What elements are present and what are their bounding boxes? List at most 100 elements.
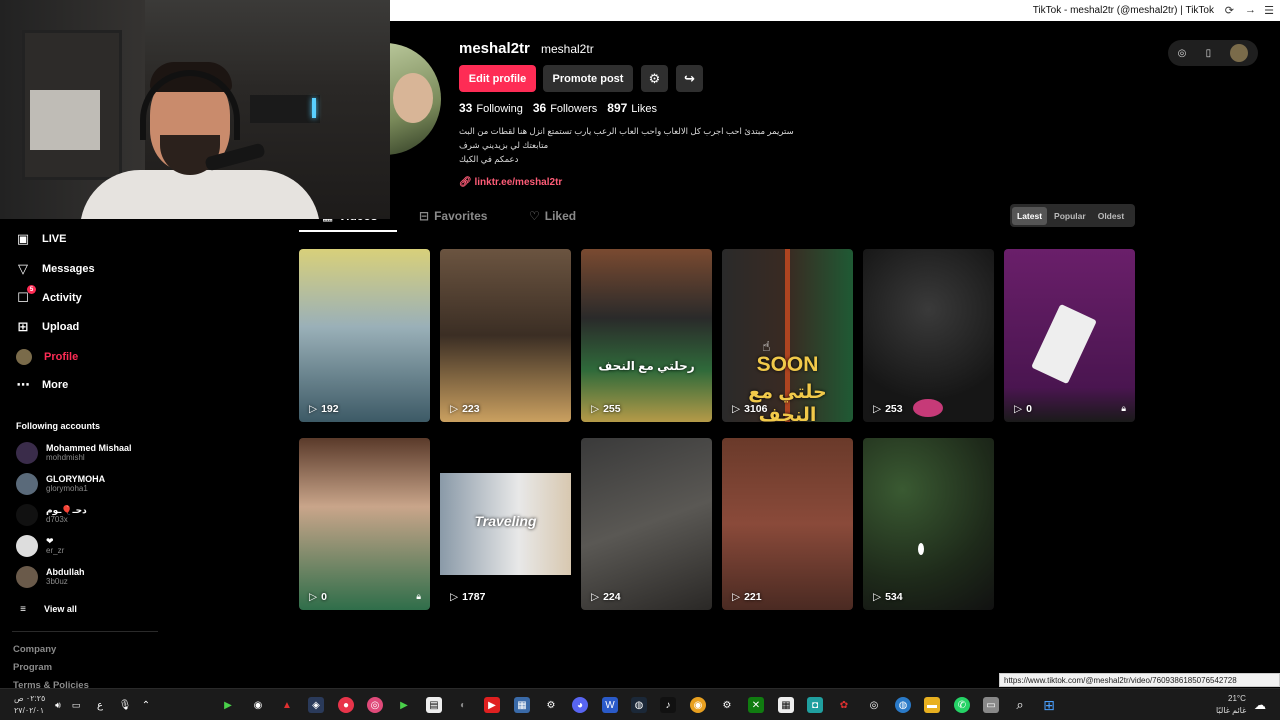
account-handle: glorymoha1 [46, 484, 88, 493]
video-card[interactable]: ▷ 221 [722, 438, 853, 610]
app-icon[interactable]: ◐ [455, 697, 471, 713]
following-account[interactable]: ❤ er_zr [16, 535, 64, 557]
app-icon[interactable]: ◎ [866, 697, 882, 713]
gear-icon[interactable]: ⚙ [719, 697, 735, 713]
app-icon[interactable]: ▲ [279, 697, 295, 713]
followers-stat[interactable]: 36 Followers [533, 101, 597, 115]
sort-popular[interactable]: Popular [1049, 207, 1091, 225]
device-icon[interactable]: ▯ [1206, 48, 1212, 59]
edit-profile-button[interactable]: Edit profile [459, 65, 536, 92]
video-caption: رحلتي مع النحف [598, 359, 695, 373]
share-button[interactable]: ↪ [676, 65, 703, 92]
app-icon[interactable]: ◈ [308, 697, 324, 713]
steam-icon[interactable]: ◍ [631, 697, 647, 713]
video-card[interactable]: ▷ 0 🔒︎ [1004, 249, 1135, 422]
app-icon[interactable]: ▭ [983, 697, 999, 713]
following-account[interactable]: دحـ🎈ـوم d703x [16, 504, 87, 526]
tiktok-icon[interactable]: ♪ [660, 697, 676, 713]
nav-live[interactable]: ▣ LIVE [16, 231, 67, 246]
status-url: https://www.tiktok.com/@meshal2tr/video/… [999, 673, 1280, 687]
network-icon[interactable]: ▭ [68, 697, 84, 713]
likes-stat: 897 Likes [607, 101, 657, 115]
view-all-link[interactable]: ≡ View all [16, 602, 77, 616]
play-icon: ▷ [309, 591, 318, 603]
share-icon: ↪ [684, 70, 695, 86]
view-count: ▷ 223 [450, 403, 480, 415]
profile-link[interactable]: 🔗︎ linktr.ee/meshal2tr [459, 177, 562, 188]
chrome-icon[interactable]: ◉ [690, 697, 706, 713]
video-card[interactable]: ▷ 0 🔒︎ [299, 438, 430, 610]
discord-icon[interactable]: ◕ [572, 697, 588, 713]
nav-activity[interactable]: ☐ 5 Activity [16, 285, 82, 305]
speaker-icon[interactable]: 🔊︎ [50, 697, 66, 713]
followers-label: Followers [550, 103, 598, 115]
calculator-icon[interactable]: ▦ [778, 697, 794, 713]
xbox-icon[interactable]: ✕ [748, 697, 764, 713]
folder-icon[interactable]: ▬ [924, 697, 940, 713]
language-indicator[interactable]: ع [92, 697, 108, 713]
app-icon[interactable]: ✿ [836, 697, 852, 713]
windows-start-icon[interactable]: ⊞ [1041, 697, 1057, 713]
nav-messages[interactable]: ▽ Messages [16, 261, 95, 276]
app-icon[interactable]: ◘ [807, 697, 823, 713]
app-icon[interactable]: ◉ [250, 697, 266, 713]
app-icon[interactable]: ● [338, 697, 354, 713]
play-icon: ▷ [1014, 403, 1023, 415]
settings-icon[interactable]: ⚙ [543, 697, 559, 713]
video-card[interactable]: SOON حلتي مع النحف ▷ 3106 [722, 249, 853, 422]
video-card[interactable]: ▷ 192 [299, 249, 430, 422]
app-icon[interactable]: W [602, 697, 618, 713]
video-card[interactable]: Traveling ▷ 1787 [440, 438, 571, 610]
mouse-cursor: ☝ [762, 338, 771, 354]
tab-liked-label: Liked [544, 209, 577, 223]
whatsapp-icon[interactable]: ✆ [954, 697, 970, 713]
footer-company[interactable]: Company [13, 644, 56, 655]
promote-post-button[interactable]: Promote post [543, 65, 633, 92]
forward-icon[interactable]: → [1245, 4, 1256, 16]
app-icon[interactable]: ▦ [514, 697, 530, 713]
profile-bio: ستريمر مبتدئ احب اجرب كل الالعاب واحب ال… [459, 124, 799, 166]
video-card[interactable]: ▷ 253 [863, 249, 994, 422]
app-icon[interactable]: ▤ [426, 697, 442, 713]
nav-upload[interactable]: ⊞ Upload [16, 319, 80, 334]
weather-icon[interactable]: ☁ [1252, 697, 1268, 713]
tray-chevron-icon[interactable]: ⌃ [138, 697, 154, 713]
following-account[interactable]: Abdullah 3b0uz [16, 566, 85, 588]
search-icon[interactable]: ⌕ [1012, 697, 1028, 713]
app-icon[interactable]: ▶ [220, 697, 236, 713]
following-account[interactable]: GLORYMOHA glorymoha1 [16, 473, 105, 495]
compass-icon[interactable]: ◎ [1178, 48, 1187, 59]
nav-more[interactable]: ⋯ More [16, 377, 69, 392]
account-name: Abdullah [46, 567, 85, 577]
tab-favorites[interactable]: ⊟ Favorites [419, 209, 487, 223]
settings-button[interactable]: ⚙ [641, 65, 668, 92]
video-card[interactable]: ▷ 224 [581, 438, 712, 610]
tab-liked[interactable]: ♡ Liked [529, 209, 576, 223]
avatar [16, 535, 38, 557]
following-count: 33 [459, 101, 473, 115]
view-count-value: 0 [1026, 403, 1032, 415]
window-title: TikTok - meshal2tr (@meshal2tr) | TikTok [1032, 5, 1214, 16]
following-stat[interactable]: 33 Following [459, 101, 523, 115]
sort-oldest[interactable]: Oldest [1093, 207, 1129, 225]
footer-program[interactable]: Program [13, 662, 52, 673]
nav-profile[interactable]: Profile [16, 349, 78, 365]
app-icon[interactable]: ▶ [396, 697, 412, 713]
menu-icon[interactable]: ☰ [1264, 4, 1274, 17]
play-icon: ▷ [309, 403, 318, 415]
reload-icon[interactable]: ⟳ [1225, 4, 1234, 17]
mic-icon[interactable]: 🎙︎ [117, 697, 133, 713]
user-avatar[interactable] [1230, 44, 1249, 62]
video-card[interactable]: ▷ 534 [863, 438, 994, 610]
following-account[interactable]: Mohammed Mishaal mohdmishl [16, 442, 132, 464]
avatar [16, 504, 38, 526]
lock-icon: 🔒︎ [1121, 403, 1126, 413]
more-icon: ⋯ [16, 377, 30, 392]
video-caption: حلتي مع النحف [748, 382, 827, 422]
video-card[interactable]: رحلتي مع النحف ▷ 255 [581, 249, 712, 422]
app-icon[interactable]: ◎ [367, 697, 383, 713]
video-card[interactable]: ▷ 223 [440, 249, 571, 422]
app-icon[interactable]: ◍ [895, 697, 911, 713]
sort-latest[interactable]: Latest [1012, 206, 1048, 225]
youtube-icon[interactable]: ▶ [484, 697, 500, 713]
